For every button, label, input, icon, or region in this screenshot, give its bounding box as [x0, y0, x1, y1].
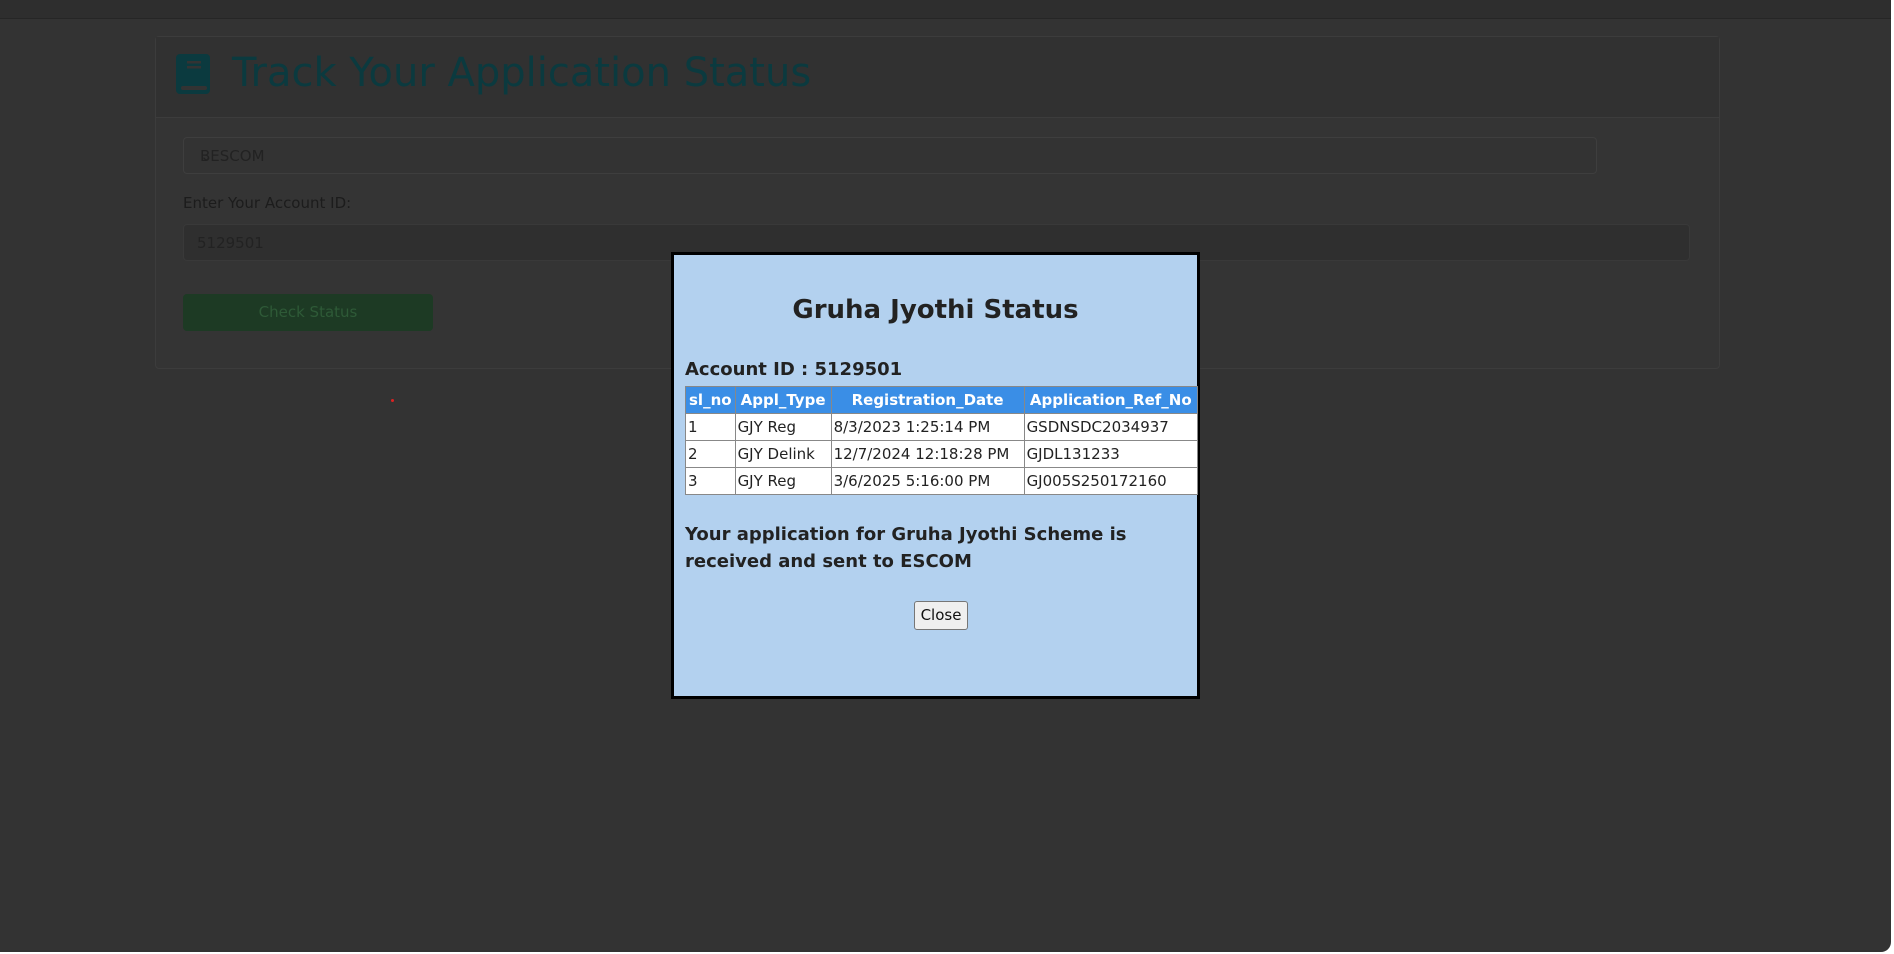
cell-sl-no: 3 — [685, 467, 736, 495]
cell-appl-type: GJY Delink — [734, 440, 832, 468]
cell-registration-date: 12/7/2024 12:18:28 PM — [830, 440, 1025, 468]
cell-registration-date: 8/3/2023 1:25:14 PM — [830, 413, 1025, 441]
check-status-button[interactable]: Check Status — [183, 294, 433, 331]
cursor-dot — [391, 399, 394, 402]
cell-sl-no: 1 — [685, 413, 736, 441]
table-row: 2 GJY Delink 12/7/2024 12:18:28 PM GJDL1… — [685, 440, 1199, 468]
top-bar — [0, 0, 1891, 19]
col-registration-date: Registration_Date — [830, 386, 1025, 414]
page-backdrop: Track Your Application Status BESCOM ⌄ E… — [0, 0, 1891, 952]
table-row: 3 GJY Reg 3/6/2025 5:16:00 PM GJ005S2501… — [685, 467, 1199, 495]
col-application-ref-no: Application_Ref_No — [1023, 386, 1199, 414]
cell-registration-date: 3/6/2025 5:16:00 PM — [830, 467, 1025, 495]
cell-appl-type: GJY Reg — [734, 413, 832, 441]
cell-ref-no: GJ005S250172160 — [1023, 467, 1199, 495]
col-appl-type: Appl_Type — [734, 386, 832, 414]
account-id-line: Account ID : 5129501 — [685, 359, 903, 380]
cell-appl-type: GJY Reg — [734, 467, 832, 495]
page-title: Track Your Application Status — [232, 50, 812, 96]
account-id-label: Enter Your Account ID: — [183, 194, 352, 212]
col-sl-no: sl_no — [685, 386, 736, 414]
close-button[interactable]: Close — [914, 601, 968, 630]
escom-select[interactable]: BESCOM ⌄ — [183, 137, 1597, 174]
card-header: Track Your Application Status — [156, 37, 1719, 118]
cell-ref-no: GSDNSDC2034937 — [1023, 413, 1199, 441]
table-header-row: sl_no Appl_Type Registration_Date Applic… — [685, 386, 1199, 414]
status-message: Your application for Gruha Jyothi Scheme… — [685, 524, 1127, 572]
chevron-down-icon: ⌄ — [200, 147, 213, 165]
status-table: sl_no Appl_Type Registration_Date Applic… — [685, 386, 1199, 495]
table-row: 1 GJY Reg 8/3/2023 1:25:14 PM GSDNSDC203… — [685, 413, 1199, 441]
modal-title: Gruha Jyothi Status — [792, 295, 1079, 325]
account-id-value: 5129501 — [197, 234, 264, 252]
book-icon — [176, 54, 210, 94]
cell-sl-no: 2 — [685, 440, 736, 468]
cell-ref-no: GJDL131233 — [1023, 440, 1199, 468]
status-modal: Gruha Jyothi Status Account ID : 5129501… — [671, 252, 1200, 699]
